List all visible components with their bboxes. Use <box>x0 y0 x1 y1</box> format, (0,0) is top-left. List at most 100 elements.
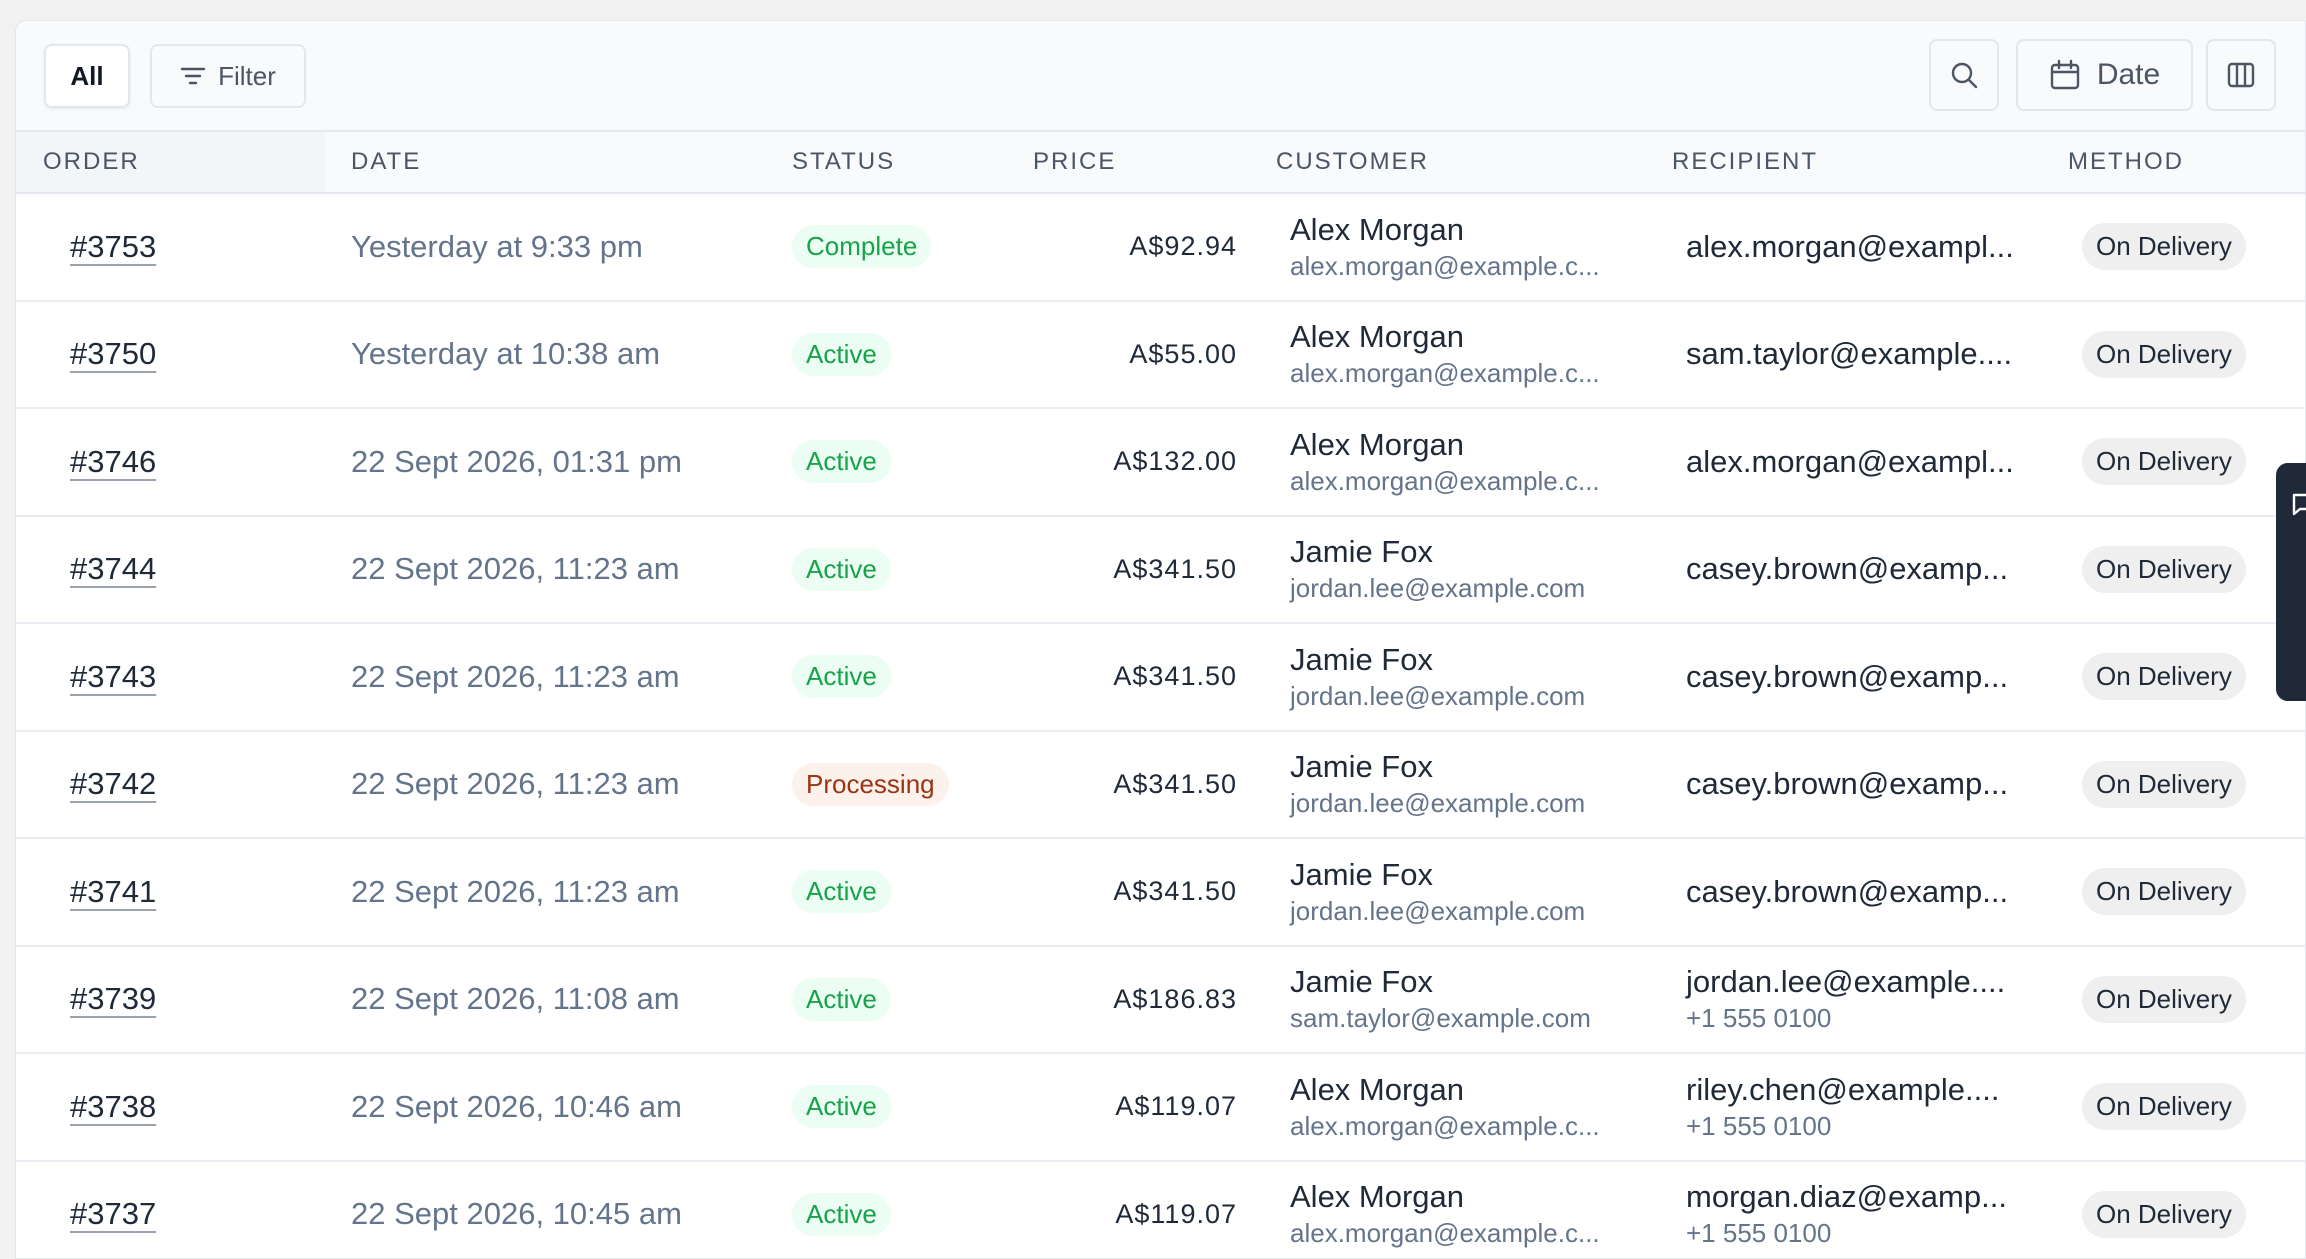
customer-name: Jamie Fox <box>1290 749 1433 785</box>
column-header-customer[interactable]: CUSTOMER <box>1276 132 1429 192</box>
customer-name: Alex Morgan <box>1290 426 1465 462</box>
column-header-status[interactable]: STATUS <box>792 132 895 192</box>
column-header-order[interactable]: ORDER <box>16 132 325 192</box>
order-date: 22 Sept 2026, 10:46 am <box>351 1088 682 1124</box>
recipient-cell: sam.taylor@example.... <box>1686 302 2012 408</box>
recipient-email: riley.chen@example.... <box>1686 1071 2000 1107</box>
recipient-cell: casey.brown@examp... <box>1686 624 2008 730</box>
delivery-method-pill: On Delivery <box>2082 1190 2246 1238</box>
all-tab-button[interactable]: All <box>44 44 130 108</box>
column-header-recipient[interactable]: RECIPIENT <box>1672 132 1818 192</box>
status-badge: Active <box>792 870 891 914</box>
calendar-icon <box>2050 59 2080 90</box>
order-price: A$186.83 <box>1113 983 1237 1014</box>
order-price: A$55.00 <box>1129 338 1237 369</box>
customer-cell: Jamie Fox sam.taylor@example.com <box>1290 947 1591 1053</box>
order-date: 22 Sept 2026, 11:08 am <box>351 981 680 1017</box>
order-id-link[interactable]: #3742 <box>70 732 156 838</box>
delivery-method-pill: On Delivery <box>2082 438 2246 486</box>
order-date: Yesterday at 9:33 pm <box>351 228 643 264</box>
column-header-method[interactable]: METHOD <box>2068 132 2184 192</box>
table-row[interactable]: #3753 Yesterday at 9:33 pm Complete A$92.94… <box>16 194 2305 302</box>
customer-cell: Alex Morgan alex.morgan@example.c... <box>1290 1162 1600 1259</box>
order-date: 22 Sept 2026, 11:23 am <box>351 873 680 909</box>
order-date: 22 Sept 2026, 01:31 pm <box>351 443 682 479</box>
status-cell: Active <box>792 839 891 945</box>
status-cell: Active <box>792 624 891 730</box>
delivery-method-pill: On Delivery <box>2082 975 2246 1023</box>
recipient-email: casey.brown@examp... <box>1686 873 2009 909</box>
order-price: A$341.50 <box>1113 661 1237 692</box>
order-date: 22 Sept 2026, 11:23 am <box>351 551 680 587</box>
recipient-phone: +1 555 0100 <box>1686 1003 1832 1034</box>
columns-icon <box>2227 62 2255 88</box>
order-id-link[interactable]: #3737 <box>70 1162 156 1259</box>
delivery-method-pill: On Delivery <box>2082 868 2246 916</box>
status-badge: Complete <box>792 225 932 269</box>
order-id-link[interactable]: #3746 <box>70 409 156 515</box>
column-header-price[interactable]: PRICE <box>1033 132 1116 192</box>
customer-cell: Alex Morgan alex.morgan@example.c... <box>1290 409 1600 515</box>
order-date: Yesterday at 10:38 am <box>351 336 661 372</box>
table-row[interactable]: #3741 22 Sept 2026, 11:23 am Active A$341.5… <box>16 839 2305 947</box>
search-button[interactable] <box>1929 39 1999 111</box>
order-id-link[interactable]: #3738 <box>70 1054 156 1160</box>
status-badge: Active <box>792 1192 891 1236</box>
order-id-link[interactable]: #3743 <box>70 624 156 730</box>
table-body: #3753 Yesterday at 9:33 pm Complete A$92.94… <box>16 194 2305 1259</box>
order-id-link[interactable]: #3750 <box>70 302 156 408</box>
customer-email: alex.morgan@example.c... <box>1290 358 1600 389</box>
table-row[interactable]: #3750 Yesterday at 10:38 am Active A$55.00 A… <box>16 302 2305 409</box>
delivery-method-pill: On Delivery <box>2082 545 2246 593</box>
filter-lines-icon <box>180 67 206 85</box>
method-cell: On Delivery <box>2082 302 2246 408</box>
order-id-link[interactable]: #3739 <box>70 947 156 1053</box>
customer-name: Jamie Fox <box>1290 641 1433 677</box>
table-row[interactable]: #3739 22 Sept 2026, 11:08 am Active A$186.8… <box>16 947 2305 1054</box>
filter-button[interactable]: Filter <box>150 44 306 108</box>
recipient-cell: casey.brown@examp... <box>1686 839 2008 945</box>
recipient-email: casey.brown@examp... <box>1686 551 2009 587</box>
customer-email: jordan.lee@example.com <box>1290 895 1586 926</box>
table-row[interactable]: #3743 22 Sept 2026, 11:23 am Active A$341.5… <box>16 624 2305 732</box>
method-cell: On Delivery <box>2082 1054 2246 1160</box>
status-cell: Active <box>792 1162 891 1259</box>
order-date: 22 Sept 2026, 11:23 am <box>351 658 680 694</box>
recipient-phone: +1 555 0100 <box>1686 1218 1832 1249</box>
recipient-phone: +1 555 0100 <box>1686 1110 1832 1141</box>
search-icon <box>1951 62 1978 89</box>
status-badge: Active <box>792 977 891 1021</box>
columns-button[interactable] <box>2206 39 2276 111</box>
method-cell: On Delivery <box>2082 732 2246 838</box>
delivery-method-pill: On Delivery <box>2082 223 2246 271</box>
customer-cell: Alex Morgan alex.morgan@example.c... <box>1290 1054 1600 1160</box>
feedback-side-tab[interactable] <box>2276 463 2306 701</box>
table-row[interactable]: #3742 22 Sept 2026, 11:23 am Processing A$3… <box>16 732 2305 839</box>
status-badge: Active <box>792 655 891 699</box>
date-button[interactable]: Date <box>2016 39 2193 111</box>
customer-name: Alex Morgan <box>1290 1179 1465 1215</box>
customer-email: jordan.lee@example.com <box>1290 680 1586 711</box>
customer-name: Alex Morgan <box>1290 1071 1465 1107</box>
recipient-cell: alex.morgan@exampl... <box>1686 409 2014 515</box>
column-header-date[interactable]: DATE <box>351 132 421 192</box>
all-label: All <box>70 60 104 91</box>
delivery-method-pill: On Delivery <box>2082 760 2246 808</box>
customer-email: jordan.lee@example.com <box>1290 788 1586 819</box>
table-row[interactable]: #3738 22 Sept 2026, 10:46 am Active A$119.0… <box>16 1054 2305 1162</box>
order-price: A$92.94 <box>1129 231 1237 262</box>
order-price: A$119.07 <box>1115 1091 1237 1122</box>
order-price: A$341.50 <box>1113 553 1237 584</box>
order-id-link[interactable]: #3741 <box>70 839 156 945</box>
table-row[interactable]: #3746 22 Sept 2026, 01:31 pm Active A$132.0… <box>16 409 2305 517</box>
status-cell: Active <box>792 947 891 1053</box>
toolbar: All Filter Date <box>16 21 2305 132</box>
customer-email: jordan.lee@example.com <box>1290 573 1586 604</box>
order-price: A$341.50 <box>1113 876 1237 907</box>
order-id-link[interactable]: #3744 <box>70 517 156 623</box>
table-row[interactable]: #3744 22 Sept 2026, 11:23 am Active A$341.5… <box>16 517 2305 624</box>
order-id-link[interactable]: #3753 <box>70 194 156 300</box>
order-price: A$341.50 <box>1113 768 1237 799</box>
table-row[interactable]: #3737 22 Sept 2026, 10:45 am Active A$119.0… <box>16 1162 2305 1259</box>
date-label: Date <box>2096 58 2161 91</box>
